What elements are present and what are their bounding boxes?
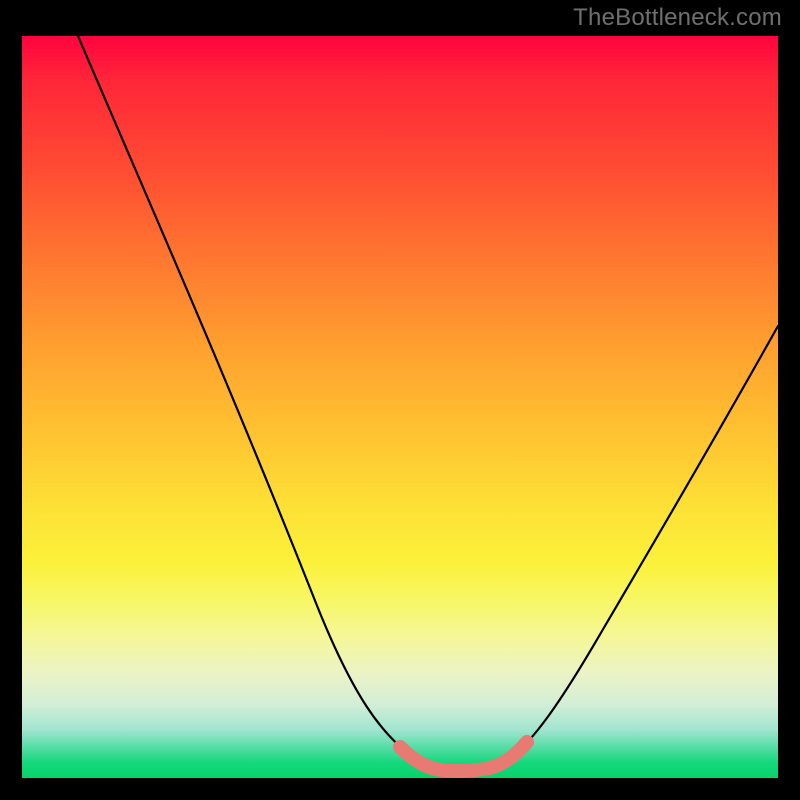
chart-frame: TheBottleneck.com: [0, 0, 800, 800]
curve-svg: [22, 36, 778, 778]
highlight-band-path: [400, 742, 527, 771]
main-curve-path: [78, 36, 778, 771]
watermark-text: TheBottleneck.com: [573, 4, 782, 32]
plot-area: [22, 36, 778, 778]
